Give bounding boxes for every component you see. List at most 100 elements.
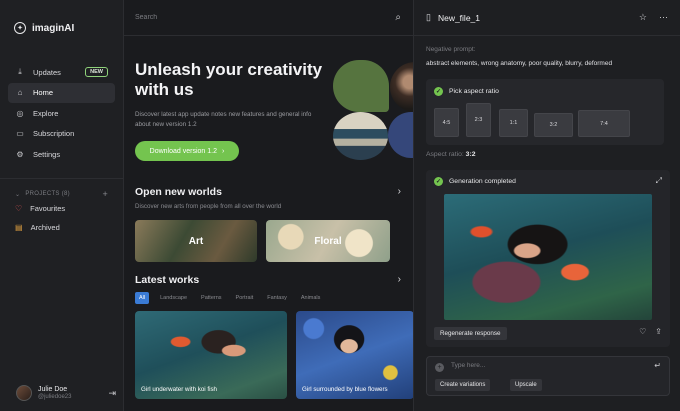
add-project-icon[interactable]: + bbox=[102, 189, 108, 199]
search-icon[interactable]: ⌕ bbox=[395, 12, 401, 23]
download-button[interactable]: Download version 1.2 › bbox=[135, 141, 239, 161]
filter-patterns[interactable]: Patterns bbox=[198, 292, 224, 304]
generation-title: Generation completed bbox=[449, 178, 516, 185]
chevron-right-icon: › bbox=[221, 147, 225, 155]
expand-icon[interactable]: ⤢ bbox=[656, 176, 662, 186]
filter-all[interactable]: All bbox=[135, 292, 150, 304]
projects-header-label: PROJECTS (8) bbox=[25, 191, 70, 197]
app-window: ✦ imaginAI ⤓ Updates NEW ⌂ Home ◎ Explor… bbox=[0, 0, 680, 411]
world-card-label: Art bbox=[188, 235, 204, 247]
aspect-ratio-picker: ✓ Pick aspect ratio 4:5 2:3 1:1 3:2 7:4 bbox=[426, 79, 664, 145]
card-icon: ▭ bbox=[16, 129, 24, 138]
send-icon[interactable]: ↵ bbox=[654, 361, 661, 370]
sidebar-divider bbox=[0, 178, 123, 179]
user-name: Julie Doe bbox=[38, 386, 68, 393]
user-handle: @juliedoe23 bbox=[38, 394, 72, 400]
upscale-button[interactable]: Upscale bbox=[510, 379, 542, 391]
chevron-down-icon: ⌄ bbox=[15, 191, 21, 198]
nav-item-explore[interactable]: ◎ Explore bbox=[8, 103, 115, 123]
negative-prompt-value: abstract elements, wrong anatomy, poor q… bbox=[426, 60, 613, 67]
nav-item-label: Home bbox=[33, 88, 54, 97]
panel-header-actions: ☆ ··· bbox=[639, 12, 668, 23]
logout-icon[interactable]: ⇥ bbox=[108, 388, 116, 399]
projects-header[interactable]: ⌄ PROJECTS (8) + bbox=[0, 189, 123, 199]
hero-subtitle: Discover latest app update notes new fea… bbox=[135, 111, 312, 128]
user-profile[interactable]: Julie Doe @juliedoe23 ⇥ bbox=[16, 385, 116, 401]
ratio-option-7-4[interactable]: 7:4 bbox=[578, 110, 630, 137]
more-icon[interactable]: ··· bbox=[659, 12, 668, 23]
nav-item-label: Subscription bbox=[33, 129, 75, 138]
search-input[interactable] bbox=[135, 14, 396, 21]
star-icon[interactable]: ☆ bbox=[639, 12, 647, 23]
project-favourites[interactable]: ♡ Favourites bbox=[0, 199, 123, 218]
aspect-ratio-title: Pick aspect ratio bbox=[449, 88, 499, 95]
aspect-ratio-header: ✓ Pick aspect ratio bbox=[434, 87, 499, 96]
project-label: Favourites bbox=[30, 204, 66, 213]
sparkle-icon: ✓ bbox=[434, 177, 443, 186]
create-variations-button[interactable]: Create variations bbox=[435, 379, 491, 391]
filter-chips: All Landscape Patterns Portrait Fantasy … bbox=[135, 292, 323, 304]
download-button-label: Download version 1.2 bbox=[149, 147, 217, 155]
file-name[interactable]: New_file_1 bbox=[438, 13, 480, 23]
logo-icon: ✦ bbox=[14, 22, 26, 34]
home-icon: ⌂ bbox=[17, 88, 23, 97]
worlds-title: Open new worlds bbox=[135, 186, 222, 198]
hero-blue-circle bbox=[388, 112, 413, 158]
nav-item-label: Updates bbox=[33, 67, 61, 77]
search-bar: ⌕ bbox=[124, 0, 413, 36]
main-nav: ⤓ Updates NEW ⌂ Home ◎ Explore ▭ Subscri… bbox=[0, 62, 123, 164]
ratio-option-1-1[interactable]: 1:1 bbox=[499, 109, 528, 137]
heart-icon[interactable]: ♡ bbox=[639, 327, 646, 336]
nav-item-subscription[interactable]: ▭ Subscription bbox=[8, 124, 115, 144]
ratio-option-3-2[interactable]: 3:2 bbox=[534, 113, 573, 137]
regenerate-button[interactable]: Regenerate response bbox=[434, 327, 507, 340]
filter-landscape[interactable]: Landscape bbox=[157, 292, 190, 304]
brand[interactable]: ✦ imaginAI bbox=[0, 0, 123, 36]
worlds-next-icon[interactable]: › bbox=[398, 186, 401, 197]
world-card-art[interactable]: Art bbox=[135, 220, 257, 262]
aspect-ratio-value: 3:2 bbox=[465, 151, 476, 158]
latest-next-icon[interactable]: › bbox=[398, 274, 401, 285]
ratio-option-2-3[interactable]: 2:3 bbox=[466, 103, 491, 137]
negative-prompt-label: Negative prompt: bbox=[426, 46, 476, 53]
gear-icon: ⚙ bbox=[16, 149, 24, 159]
project-archived[interactable]: ▤ Archived bbox=[0, 218, 123, 237]
sidebar: ✦ imaginAI ⤓ Updates NEW ⌂ Home ◎ Explor… bbox=[0, 0, 124, 411]
prompt-input[interactable] bbox=[451, 362, 641, 369]
hero-wave-image bbox=[333, 112, 388, 160]
filter-fantasy[interactable]: Fantasy bbox=[264, 292, 290, 304]
generation-result: ✓ Generation completed ⤢ Regenerate resp… bbox=[426, 170, 670, 347]
nav-item-label: Explore bbox=[33, 108, 59, 118]
brand-name: imaginAI bbox=[32, 22, 75, 34]
generated-image[interactable] bbox=[444, 194, 652, 320]
ratio-option-4-5[interactable]: 4:5 bbox=[434, 108, 459, 137]
filter-animals[interactable]: Animals bbox=[298, 292, 324, 304]
nav-item-updates[interactable]: ⤓ Updates NEW bbox=[8, 62, 115, 82]
hero-portrait-image bbox=[390, 62, 413, 112]
heart-icon: ♡ bbox=[15, 204, 23, 213]
hero-green-shape bbox=[333, 60, 389, 112]
generation-panel: ▯ New_file_1 ☆ ··· Negative prompt: abst… bbox=[414, 0, 680, 411]
file-icon: ▯ bbox=[426, 12, 431, 22]
result-actions: ♡ ⇪ bbox=[639, 327, 662, 336]
nav-item-settings[interactable]: ⚙ Settings bbox=[8, 144, 115, 164]
work-card[interactable]: Girl surrounded by blue flowers bbox=[296, 311, 413, 399]
new-badge: NEW bbox=[85, 67, 108, 77]
filter-portrait[interactable]: Portrait bbox=[233, 292, 257, 304]
generation-header: ✓ Generation completed bbox=[434, 177, 516, 186]
world-card-floral[interactable]: Floral bbox=[266, 220, 390, 262]
panel-header: ▯ New_file_1 ☆ ··· bbox=[414, 0, 680, 36]
latest-title: Latest works bbox=[135, 274, 200, 286]
world-card-label: Floral bbox=[314, 235, 342, 247]
compass-icon: ◎ bbox=[16, 108, 24, 118]
project-label: Archived bbox=[30, 223, 60, 232]
work-card[interactable]: Girl underwater with koi fish bbox=[135, 311, 287, 399]
work-caption: Girl surrounded by blue flowers bbox=[302, 386, 388, 393]
nav-item-home[interactable]: ⌂ Home bbox=[8, 82, 115, 103]
hero-title: Unleash your creativity with us bbox=[135, 60, 323, 99]
prompt-composer: + ↵ Create variations Upscale bbox=[426, 356, 670, 396]
main-content: ⌕ Unleash your creativity with us Discov… bbox=[124, 0, 414, 411]
nav-item-label: Settings bbox=[33, 149, 61, 159]
add-icon[interactable]: + bbox=[435, 363, 444, 372]
share-icon[interactable]: ⇪ bbox=[655, 327, 662, 336]
